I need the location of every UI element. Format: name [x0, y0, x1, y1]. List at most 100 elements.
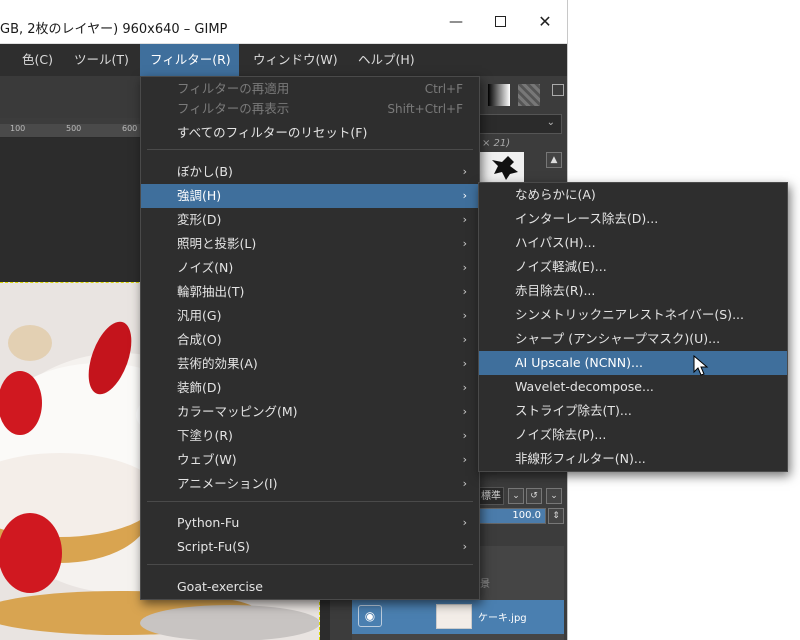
composite-dropdown-button[interactable]: ⌄	[546, 488, 562, 504]
chevron-right-icon: ›	[462, 261, 467, 274]
menu-item-combine[interactable]: 合成(O) ›	[141, 328, 479, 352]
tool-options-area	[0, 76, 140, 118]
submenu-item-nonlinear-filter[interactable]: 非線形フィルター(N)...	[479, 447, 787, 471]
title-bar[interactable]: GB, 2枚のレイヤー) 960x640 – GIMP — ✕	[0, 0, 567, 44]
maximize-button[interactable]	[488, 12, 512, 32]
menu-item-edge-detect[interactable]: 輪郭抽出(T) ›	[141, 280, 479, 304]
menu-help[interactable]: ヘルプ(H)	[348, 44, 425, 76]
shortcut-label: Shift+Ctrl+F	[387, 102, 463, 116]
opacity-stepper[interactable]: ⇕	[548, 508, 564, 524]
chevron-right-icon: ›	[462, 540, 467, 553]
submenu-item-despeckle[interactable]: ノイズ除去(P)...	[479, 423, 787, 447]
dock-menu-icon[interactable]	[552, 84, 564, 96]
menu-windows[interactable]: ウィンドウ(W)	[243, 44, 348, 76]
menu-item-label: 輪郭抽出(T)	[177, 284, 245, 299]
menu-item-label: フィルターの再適用	[177, 81, 290, 96]
menu-item-animation[interactable]: アニメーション(I) ›	[141, 472, 479, 496]
maximize-icon	[494, 16, 506, 27]
layer-mode-select[interactable]: 標準	[478, 487, 504, 505]
submenu-item-antialias[interactable]: なめらかに(A)	[479, 183, 787, 207]
opacity-slider[interactable]: 100.0	[478, 508, 546, 524]
chevron-right-icon: ›	[462, 237, 467, 250]
menu-item-label: カラーマッピング(M)	[177, 404, 298, 419]
brush-filter-select[interactable]: ⌄	[478, 114, 562, 134]
brush-preview[interactable]	[480, 152, 524, 182]
filters-menu: フィルターの再適用 Ctrl+F フィルターの再表示 Shift+Ctrl+F …	[140, 76, 480, 600]
menu-item-map[interactable]: カラーマッピング(M) ›	[141, 400, 479, 424]
chevron-right-icon: ›	[462, 285, 467, 298]
mouse-cursor-icon	[693, 355, 709, 376]
submenu-item-destripe[interactable]: ストライプ除去(T)...	[479, 399, 787, 423]
menu-item-web[interactable]: ウェブ(W) ›	[141, 448, 479, 472]
layer-name: ケーキ.jpg	[478, 613, 527, 624]
menu-item-enhance[interactable]: 強調(H) ›	[141, 184, 479, 208]
menu-separator	[147, 564, 473, 565]
menu-item-label: 装飾(D)	[177, 380, 222, 395]
menu-item-generic[interactable]: 汎用(G) ›	[141, 304, 479, 328]
ruler-tick: 100	[10, 124, 26, 133]
brush-splat-icon	[492, 156, 518, 180]
menu-item-noise[interactable]: ノイズ(N) ›	[141, 256, 479, 280]
menu-item-goat-exercise[interactable]: Goat-exercise	[141, 575, 479, 599]
gradient-icon[interactable]	[488, 84, 510, 106]
layer-row-cake[interactable]: ◉ ケーキ.jpg	[352, 600, 564, 634]
submenu-item-symmetric-nearest-neighbor[interactable]: シンメトリックニアレストネイバー(S)...	[479, 303, 787, 327]
mode-dropdown-button[interactable]: ⌄	[508, 488, 524, 504]
chevron-right-icon: ›	[462, 477, 467, 490]
horizontal-ruler[interactable]: 100 500 600	[0, 124, 140, 138]
menu-item-label: 合成(O)	[177, 332, 222, 347]
menu-separator	[147, 149, 473, 150]
pattern-icon[interactable]	[518, 84, 540, 106]
submenu-item-noise-reduction[interactable]: ノイズ軽減(E)...	[479, 255, 787, 279]
menu-item-label: Goat-exercise	[177, 579, 263, 594]
menu-item-script-fu[interactable]: Script-Fu(S) ›	[141, 535, 479, 559]
reset-mode-icon[interactable]: ↺	[526, 488, 542, 504]
brush-size-label: × 21)	[482, 138, 511, 149]
enhance-submenu: なめらかに(A) インターレース除去(D)... ハイパス(H)... ノイズ軽…	[478, 182, 788, 472]
submenu-item-unsharp-mask[interactable]: シャープ (アンシャープマスク)(U)...	[479, 327, 787, 351]
menu-item-decor[interactable]: 装飾(D) ›	[141, 376, 479, 400]
layer-thumbnail	[436, 604, 472, 629]
eye-icon[interactable]: ◉	[358, 605, 382, 627]
submenu-item-wavelet-decompose[interactable]: Wavelet-decompose...	[479, 375, 787, 399]
menu-item-label: ウェブ(W)	[177, 452, 237, 467]
menu-filters[interactable]: フィルター(R)	[140, 44, 239, 76]
minimize-button[interactable]: —	[444, 12, 468, 32]
menu-item-python-fu[interactable]: Python-Fu ›	[141, 511, 479, 535]
menu-item-label: 下塗り(R)	[177, 428, 233, 443]
chevron-down-icon: ⌄	[546, 117, 555, 128]
menu-item-label: 照明と投影(L)	[177, 236, 257, 251]
close-button[interactable]: ✕	[533, 12, 557, 32]
menu-bar: 色(C) ツール(T) フィルター(R) ウィンドウ(W) ヘルプ(H)	[0, 44, 567, 76]
submenu-item-high-pass[interactable]: ハイパス(H)...	[479, 231, 787, 255]
menu-item-blur[interactable]: ぼかし(B) ›	[141, 160, 479, 184]
menu-item-label: ぼかし(B)	[177, 164, 233, 179]
menu-tools[interactable]: ツール(T)	[64, 44, 139, 76]
scroll-up-button[interactable]: ▲	[546, 152, 562, 168]
chevron-right-icon: ›	[462, 357, 467, 370]
submenu-item-ai-upscale[interactable]: AI Upscale (NCNN)...	[479, 351, 787, 375]
menu-item-light-shadow[interactable]: 照明と投影(L) ›	[141, 232, 479, 256]
submenu-item-deinterlace[interactable]: インターレース除去(D)...	[479, 207, 787, 231]
menu-item-render[interactable]: 下塗り(R) ›	[141, 424, 479, 448]
menu-item-label: ノイズ(N)	[177, 260, 234, 275]
chevron-right-icon: ›	[462, 213, 467, 226]
chevron-right-icon: ›	[462, 516, 467, 529]
menu-item-artistic[interactable]: 芸術的効果(A) ›	[141, 352, 479, 376]
menu-item-label: Script-Fu(S)	[177, 539, 250, 554]
menu-color[interactable]: 色(C)	[12, 44, 63, 76]
menu-item-reset-filters[interactable]: すべてのフィルターのリセット(F)	[141, 121, 479, 145]
menu-item-label: 汎用(G)	[177, 308, 222, 323]
menu-separator	[147, 501, 473, 502]
chevron-right-icon: ›	[462, 309, 467, 322]
ruler-tick: 600	[122, 124, 138, 133]
chevron-right-icon: ›	[462, 189, 467, 202]
menu-item-label: 芸術的効果(A)	[177, 356, 258, 371]
menu-item-reshow-filter[interactable]: フィルターの再表示 Shift+Ctrl+F	[141, 97, 479, 121]
menu-item-label: フィルターの再表示	[177, 101, 290, 116]
menu-item-distort[interactable]: 変形(D) ›	[141, 208, 479, 232]
ruler-tick: 500	[66, 124, 82, 133]
window-title: GB, 2枚のレイヤー) 960x640 – GIMP	[0, 22, 228, 37]
chevron-right-icon: ›	[462, 453, 467, 466]
submenu-item-red-eye-removal[interactable]: 赤目除去(R)...	[479, 279, 787, 303]
